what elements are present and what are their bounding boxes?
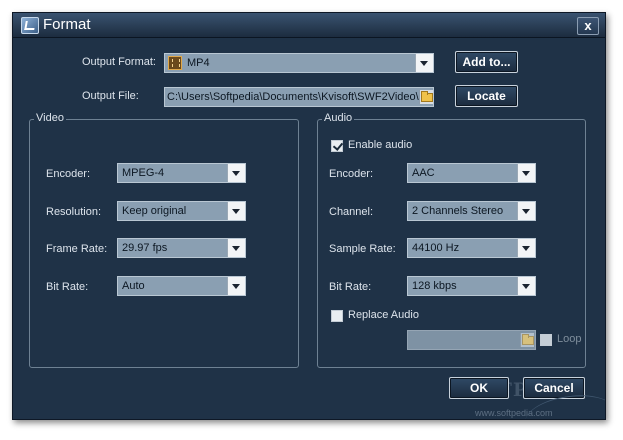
add-to-button[interactable]: Add to... (455, 51, 518, 73)
audio-bit-rate-value: 128 kbps (412, 280, 457, 292)
video-legend: Video (34, 112, 66, 124)
enable-audio-checkbox[interactable] (331, 140, 343, 152)
audio-bit-rate-dropdown[interactable]: 128 kbps (407, 276, 536, 296)
enable-audio-label[interactable]: Enable audio (348, 139, 412, 151)
frame-rate-value: 29.97 fps (122, 242, 168, 254)
channel-dropdown[interactable]: 2 Channels Stereo (407, 201, 536, 221)
channel-value: 2 Channels Stereo (412, 205, 504, 217)
video-encoder-value: MPEG-4 (122, 167, 165, 179)
output-format-label: Output Format: (82, 56, 156, 68)
video-bit-rate-dropdown[interactable]: Auto (117, 276, 246, 296)
format-dialog: Format x Output Format: MP4 Add to... Ou… (12, 12, 606, 420)
chevron-down-icon[interactable] (227, 239, 245, 257)
app-icon (21, 17, 39, 34)
output-format-dropdown[interactable]: MP4 (164, 53, 434, 73)
output-format-value: MP4 (187, 57, 210, 69)
audio-legend: Audio (322, 112, 355, 124)
audio-encoder-label: Encoder: (329, 168, 374, 180)
chevron-down-icon[interactable] (415, 54, 433, 72)
resolution-label: Resolution: (46, 206, 102, 218)
resolution-value: Keep original (122, 205, 187, 217)
resolution-dropdown[interactable]: Keep original (117, 201, 246, 221)
folder-icon (522, 334, 534, 345)
output-file-label: Output File: (82, 90, 139, 102)
video-bit-rate-value: Auto (122, 280, 145, 292)
audio-encoder-dropdown[interactable]: AAC (407, 163, 536, 183)
video-bit-rate-label: Bit Rate: (46, 281, 89, 293)
replace-audio-label[interactable]: Replace Audio (348, 309, 419, 321)
title-bar[interactable]: Format x (13, 13, 605, 38)
output-file-field[interactable]: C:\Users\Softpedia\Documents\Kvisoft\SWF… (164, 87, 434, 107)
chevron-down-icon[interactable] (517, 164, 535, 182)
sample-rate-label: Sample Rate: (329, 243, 396, 255)
chevron-down-icon[interactable] (227, 277, 245, 295)
replace-audio-checkbox[interactable] (331, 310, 343, 322)
loop-label[interactable]: Loop (557, 333, 581, 345)
chevron-down-icon[interactable] (517, 277, 535, 295)
chevron-down-icon[interactable] (517, 239, 535, 257)
replace-audio-file-field[interactable] (407, 330, 536, 350)
folder-icon (421, 91, 433, 102)
chevron-down-icon[interactable] (227, 202, 245, 220)
audio-encoder-value: AAC (412, 167, 435, 179)
output-file-path: C:\Users\Softpedia\Documents\Kvisoft\SWF… (167, 91, 428, 103)
video-encoder-dropdown[interactable]: MPEG-4 (117, 163, 246, 183)
video-encoder-label: Encoder: (46, 168, 91, 180)
browse-folder-button[interactable] (419, 90, 433, 104)
sample-rate-dropdown[interactable]: 44100 Hz (407, 238, 536, 258)
frame-rate-dropdown[interactable]: 29.97 fps (117, 238, 246, 258)
channel-label: Channel: (329, 206, 374, 218)
frame-rate-label: Frame Rate: (46, 243, 108, 255)
window-title: Format (43, 16, 91, 33)
video-file-icon (168, 56, 182, 70)
chevron-down-icon[interactable] (517, 202, 535, 220)
replace-audio-browse-button[interactable] (520, 333, 534, 347)
sample-rate-value: 44100 Hz (412, 242, 460, 254)
close-button[interactable]: x (577, 17, 599, 35)
ok-button[interactable]: OK (449, 377, 509, 399)
chevron-down-icon[interactable] (227, 164, 245, 182)
audio-bit-rate-label: Bit Rate: (329, 281, 372, 293)
loop-checkbox[interactable] (540, 334, 552, 346)
locate-button[interactable]: Locate (455, 85, 518, 107)
